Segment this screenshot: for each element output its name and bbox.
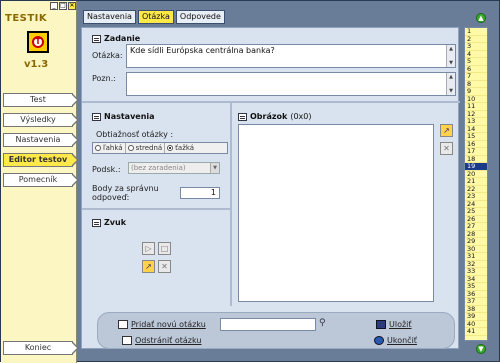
remove-question-button[interactable]: Odstrániť otázku bbox=[122, 336, 201, 345]
difficulty-radio-group: ľahká stredná ťažká bbox=[92, 142, 228, 154]
sidebar: TESTIK _ □ ✕ T v1.3 Test Výsledky Nastav… bbox=[1, 1, 79, 363]
stop-sound-icon[interactable]: □ bbox=[158, 242, 171, 255]
obrazok-title: Obrázok bbox=[250, 112, 288, 121]
nastavenia-title: Nastavenia bbox=[104, 112, 155, 121]
sidebar-item-pomecnik[interactable]: Pomecník bbox=[3, 173, 79, 187]
exit-label: Ukončiť bbox=[387, 336, 417, 345]
scroll-down-icon[interactable]: ▼ bbox=[448, 88, 454, 94]
remove-question-label: Odstrániť otázku bbox=[135, 336, 202, 345]
tab-otazka[interactable]: Otázka bbox=[137, 10, 174, 24]
subcategory-value: (bez zaradenia) bbox=[131, 164, 186, 172]
sidebar-exit-button[interactable]: Koniec bbox=[3, 341, 79, 355]
question-text: Kde sídli Európska centrálna banka? bbox=[130, 46, 275, 55]
note-label: Pozn.: bbox=[92, 74, 116, 83]
scroll-up-icon[interactable]: ▲ bbox=[448, 74, 454, 80]
difficulty-medium-label: stredná bbox=[135, 144, 163, 152]
points-label: Body za správnu odpoveď: bbox=[92, 184, 159, 202]
difficulty-hard[interactable]: ťažká bbox=[165, 143, 196, 153]
save-label: Uložiť bbox=[389, 320, 412, 329]
zvuk-title: Zvuk bbox=[104, 218, 127, 227]
sidebar-item-nastavenia[interactable]: Nastavenia bbox=[3, 133, 79, 147]
app-window: TESTIK _ □ ✕ T v1.3 Test Výsledky Nastav… bbox=[0, 0, 500, 363]
nastavenia-header: Nastavenia bbox=[92, 112, 155, 121]
section-icon bbox=[92, 112, 101, 121]
scroll-up-icon[interactable]: ▲ bbox=[476, 13, 486, 23]
chevron-down-icon[interactable]: ▼ bbox=[210, 163, 219, 173]
exit-icon bbox=[374, 336, 384, 345]
open-image-icon[interactable]: ↗ bbox=[440, 124, 453, 137]
bottom-toolbar: Pridať novú otázku Odstrániť otázku ⚲ Ul… bbox=[97, 312, 455, 349]
add-question-button[interactable]: Pridať novú otázku bbox=[118, 320, 206, 329]
radio-selected-icon bbox=[167, 145, 174, 151]
maximize-button[interactable]: □ bbox=[59, 2, 67, 10]
search-icon[interactable]: ⚲ bbox=[319, 318, 326, 328]
section-icon bbox=[238, 112, 247, 121]
logo-letter: T bbox=[32, 36, 44, 48]
scroll-up-icon[interactable]: ▲ bbox=[448, 46, 454, 52]
delete-image-icon[interactable]: ✕ bbox=[440, 142, 453, 155]
section-icon bbox=[92, 218, 101, 227]
zvuk-header: Zvuk bbox=[92, 218, 126, 227]
zadanie-header: Zadanie bbox=[92, 34, 140, 43]
app-logo: T bbox=[27, 31, 49, 53]
save-icon bbox=[376, 320, 386, 329]
scroll-down-icon[interactable]: ▼ bbox=[476, 344, 486, 354]
question-field[interactable]: Kde sídli Európska centrálna banka? ▲ ▼ bbox=[126, 44, 456, 68]
section-icon bbox=[92, 34, 101, 43]
radio-icon bbox=[95, 145, 101, 151]
divider bbox=[230, 101, 232, 306]
difficulty-easy-label: ľahká bbox=[103, 144, 123, 152]
difficulty-easy[interactable]: ľahká bbox=[93, 143, 126, 153]
editor-tabs: Nastavenia Otázka Odpovede bbox=[83, 10, 225, 24]
tab-nastavenia[interactable]: Nastavenia bbox=[83, 10, 136, 24]
app-title: TESTIK bbox=[5, 13, 48, 24]
window-controls: _ □ ✕ bbox=[50, 2, 76, 10]
zadanie-title: Zadanie bbox=[104, 34, 141, 43]
subcategory-label: Podsk.: bbox=[92, 165, 121, 174]
sidebar-item-editor-testov[interactable]: Editor testov bbox=[3, 153, 79, 167]
add-icon bbox=[118, 320, 128, 329]
question-number-list: 1 2 3 4 5 6 7 8 9 10 11 12 13 14 15 16 17 18 19 20 21 22 23 24 2… bbox=[464, 27, 488, 341]
note-scrollbar[interactable]: ▲ ▼ bbox=[446, 73, 455, 95]
difficulty-label: Obtiažnosť otázky : bbox=[96, 130, 174, 139]
open-sound-icon[interactable]: ↗ bbox=[142, 260, 155, 273]
delete-sound-icon[interactable]: ✕ bbox=[158, 260, 171, 273]
scroll-down-icon[interactable]: ▼ bbox=[448, 60, 454, 66]
add-question-label: Pridať novú otázku bbox=[131, 320, 206, 329]
subcategory-select[interactable]: (bez zaradenia) ▼ bbox=[128, 162, 220, 174]
sidebar-item-test[interactable]: Test bbox=[3, 93, 79, 107]
close-button[interactable]: ✕ bbox=[68, 2, 76, 10]
search-input[interactable] bbox=[220, 318, 316, 331]
tab-odpovede[interactable]: Odpovede bbox=[175, 10, 225, 24]
image-preview bbox=[238, 124, 434, 302]
remove-icon bbox=[122, 336, 132, 345]
divider bbox=[82, 101, 460, 103]
question-number-item[interactable]: 41 bbox=[465, 327, 487, 336]
minimize-button[interactable]: _ bbox=[50, 2, 58, 10]
sidebar-item-vysledky[interactable]: Výsledky bbox=[3, 113, 79, 127]
radio-icon bbox=[127, 145, 134, 151]
question-label: Otázka: bbox=[92, 51, 123, 60]
save-button[interactable]: Uložiť bbox=[376, 320, 412, 329]
divider bbox=[82, 208, 230, 210]
question-panel: Zadanie Otázka: Kde sídli Európska centr… bbox=[81, 27, 460, 349]
note-field[interactable]: ▲ ▼ bbox=[126, 72, 456, 96]
question-scrollbar[interactable]: ▲ ▼ bbox=[446, 45, 455, 67]
difficulty-hard-label: ťažká bbox=[175, 144, 195, 152]
difficulty-medium[interactable]: stredná bbox=[126, 143, 166, 153]
points-field[interactable]: 1 bbox=[180, 187, 220, 199]
exit-button[interactable]: Ukončiť bbox=[374, 336, 417, 345]
app-version: v1.3 bbox=[24, 59, 49, 70]
obrazok-dims: (0x0) bbox=[290, 112, 312, 121]
play-sound-icon[interactable]: ▷ bbox=[142, 242, 155, 255]
obrazok-header: Obrázok (0x0) bbox=[238, 112, 312, 121]
